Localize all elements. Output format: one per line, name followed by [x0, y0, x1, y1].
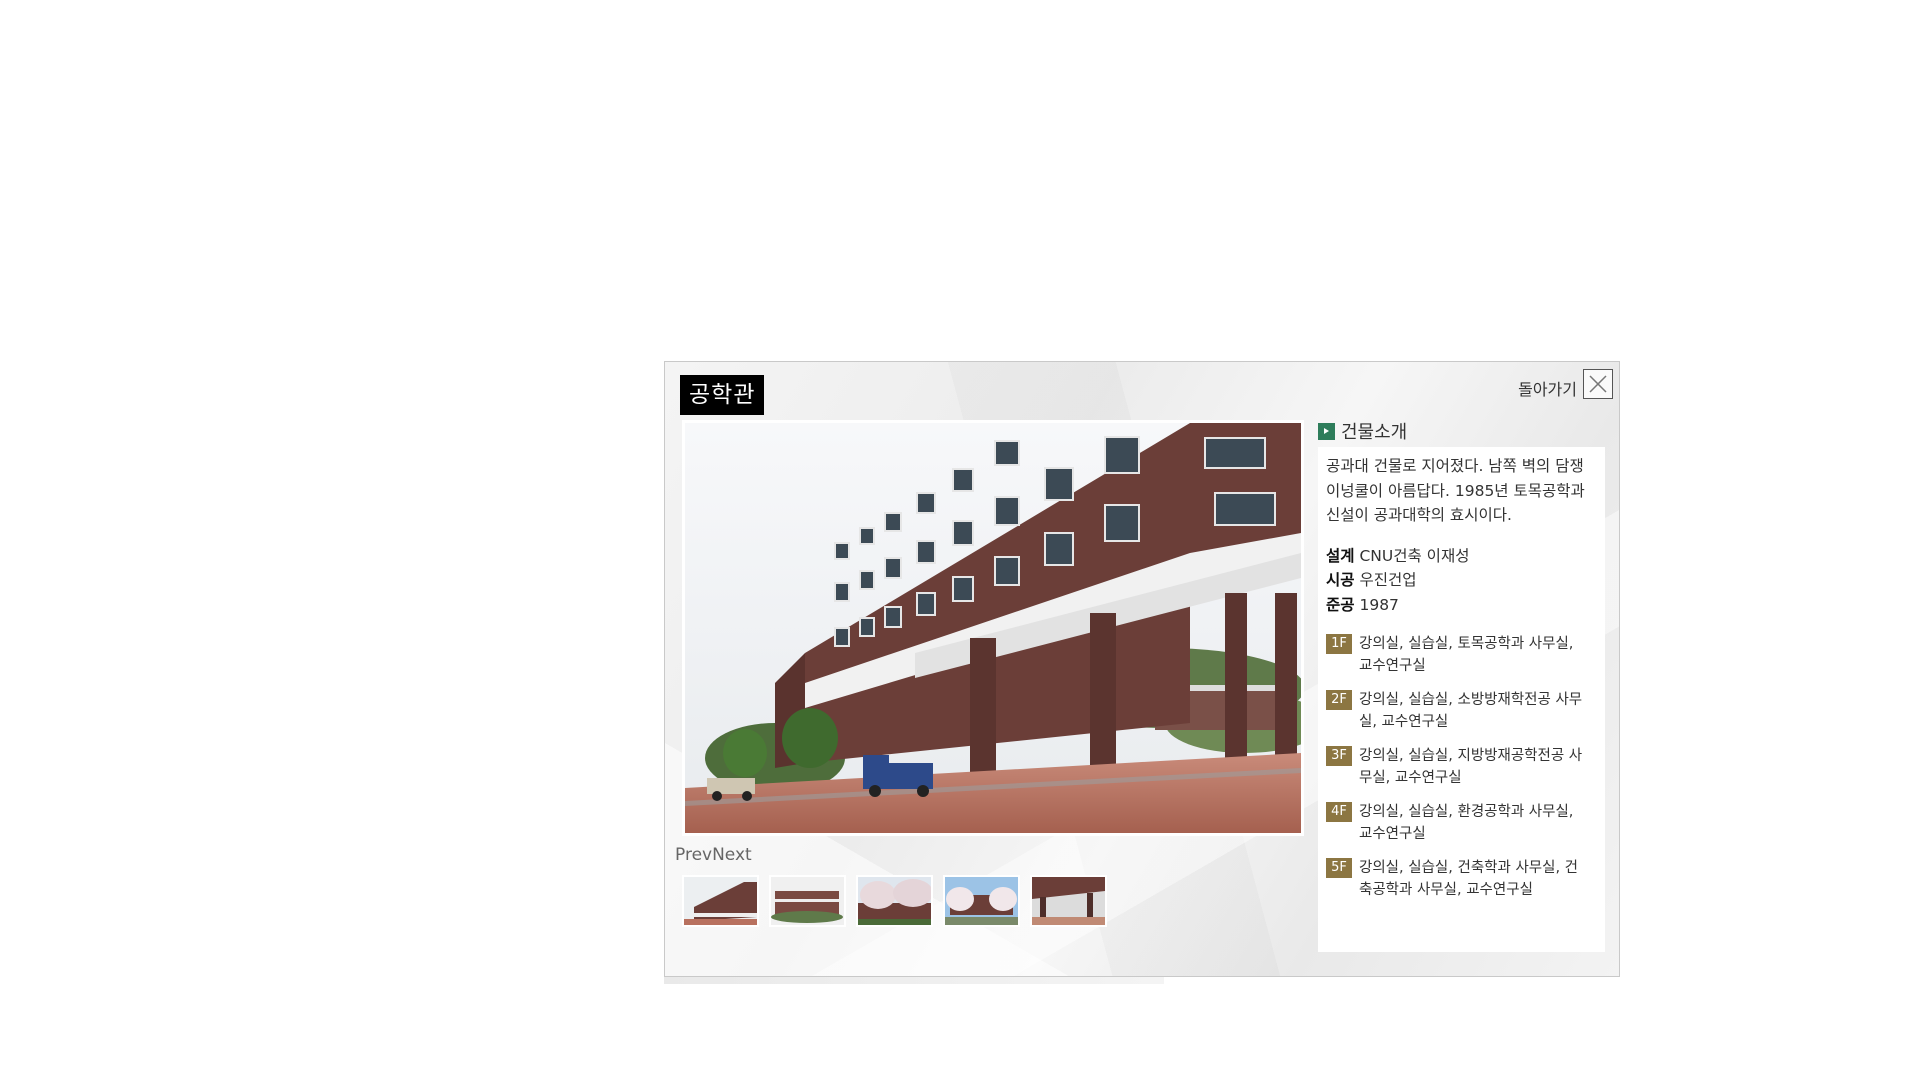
building-title: 공학관 — [680, 375, 765, 415]
floor-item: 4F 강의실, 실습실, 환경공학과 사무실, 교수연구실 — [1326, 801, 1597, 845]
popup-shadow-strip — [664, 977, 1164, 984]
floor-badge: 5F — [1326, 858, 1352, 878]
meta-value: 1987 — [1359, 595, 1399, 614]
meta-label: 시공 — [1326, 571, 1355, 589]
arrow-bullet-icon — [1318, 422, 1335, 440]
floor-description: 강의실, 실습실, 환경공학과 사무실, 교수연구실 — [1359, 804, 1574, 842]
thumbnail-1[interactable] — [682, 875, 759, 927]
meta-construction: 시공 우진건업 — [1326, 568, 1597, 593]
floor-badge: 2F — [1326, 690, 1352, 710]
next-button[interactable]: Next — [712, 845, 752, 865]
meta-label: 설계 — [1326, 546, 1355, 565]
prev-button[interactable]: Prev — [675, 845, 712, 865]
thumbnail-5[interactable] — [1030, 875, 1107, 927]
meta-value: 우진건업 — [1359, 571, 1417, 589]
building-description: 공과대 건물로 지어졌다. 남쪽 벽의 담쟁이넝쿨이 아름답다. 1985년 토… — [1326, 457, 1585, 524]
gallery-nav: PrevNext — [675, 844, 752, 866]
thumbnail-strip — [682, 875, 1107, 927]
floor-description: 강의실, 실습실, 건축학과 사무실, 건축공학과 사무실, 교수연구실 — [1359, 860, 1579, 898]
back-link[interactable]: 돌아가기 — [1518, 375, 1577, 405]
meta-value: CNU건축 이재성 — [1359, 546, 1470, 565]
building-popup: 공학관 돌아가기 PrevNext 건물소개 공과대 건물로 지어졌다. 남쪽 … — [664, 361, 1620, 977]
floor-item: 2F 강의실, 실습실, 소방방재학전공 사무실, 교수연구실 — [1326, 689, 1597, 733]
info-panel: 공과대 건물로 지어졌다. 남쪽 벽의 담쟁이넝쿨이 아름답다. 1985년 토… — [1318, 447, 1605, 952]
floor-item: 1F 강의실, 실습실, 토목공학과 사무실, 교수연구실 — [1326, 633, 1597, 677]
thumbnail-3[interactable] — [856, 875, 933, 927]
section-header: 건물소개 — [1318, 418, 1407, 444]
floor-list: 1F 강의실, 실습실, 토목공학과 사무실, 교수연구실 2F 강의실, 실습… — [1326, 633, 1597, 901]
section-title: 건물소개 — [1341, 422, 1408, 443]
floor-description: 강의실, 실습실, 토목공학과 사무실, 교수연구실 — [1359, 636, 1574, 674]
meta-completion: 준공 1987 — [1326, 593, 1597, 618]
floor-item: 3F 강의실, 실습실, 지방방재공학전공 사무실, 교수연구실 — [1326, 745, 1597, 789]
close-icon — [1589, 375, 1607, 393]
floor-badge: 3F — [1326, 746, 1352, 766]
floor-item: 5F 강의실, 실습실, 건축학과 사무실, 건축공학과 사무실, 교수연구실 — [1326, 857, 1597, 901]
floor-description: 강의실, 실습실, 지방방재공학전공 사무실, 교수연구실 — [1359, 748, 1583, 786]
floor-description: 강의실, 실습실, 소방방재학전공 사무실, 교수연구실 — [1359, 692, 1583, 730]
meta-design: 설계 CNU건축 이재성 — [1326, 544, 1597, 569]
meta-label: 준공 — [1326, 595, 1355, 614]
floor-badge: 1F — [1326, 634, 1352, 654]
thumbnail-2[interactable] — [769, 875, 846, 927]
thumbnail-4[interactable] — [943, 875, 1020, 927]
floor-badge: 4F — [1326, 802, 1352, 822]
close-button[interactable] — [1583, 369, 1613, 399]
main-photo — [682, 420, 1304, 836]
